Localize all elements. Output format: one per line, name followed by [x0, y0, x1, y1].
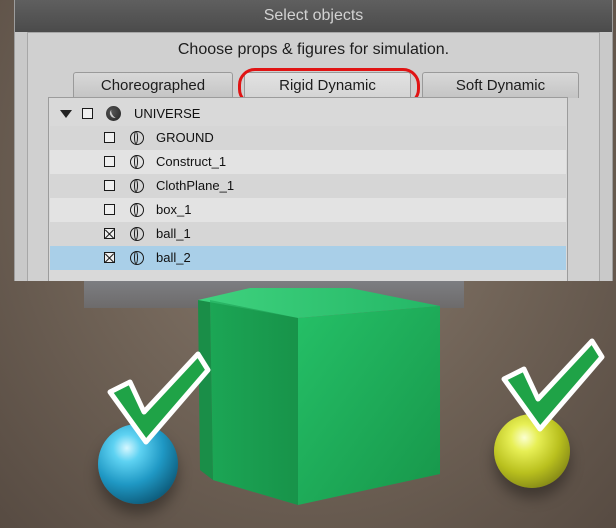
box-shade: [210, 300, 298, 505]
tree-item-label: box_1: [156, 202, 192, 217]
select-objects-dialog: Select objects Choose props & figures fo…: [14, 0, 613, 281]
tree-item-clothplane[interactable]: ClothPlane_1: [50, 174, 566, 198]
tree-root-row[interactable]: UNIVERSE: [50, 102, 566, 126]
item-checkbox[interactable]: [104, 132, 115, 143]
prop-icon: [130, 227, 144, 241]
box-right-face: [298, 306, 440, 505]
tree-item-label: UNIVERSE: [134, 106, 201, 121]
tab-soft-dynamic[interactable]: Soft Dynamic: [422, 72, 579, 98]
tree-item-ball-2[interactable]: ball_2: [50, 246, 566, 270]
prop-icon: [130, 203, 144, 217]
tree-item-ball-1[interactable]: ball_1: [50, 222, 566, 246]
item-checkbox[interactable]: [104, 252, 115, 263]
tab-choreographed[interactable]: Choreographed: [73, 72, 233, 98]
prop-icon: [130, 251, 144, 265]
item-checkbox[interactable]: [104, 156, 115, 167]
tree-item-label: ClothPlane_1: [156, 178, 235, 193]
root-checkbox[interactable]: [82, 108, 93, 119]
checkmark-icon: [501, 338, 605, 432]
item-checkbox[interactable]: [104, 228, 115, 239]
globe-icon: [106, 106, 121, 121]
prop-icon: [130, 155, 144, 169]
item-checkbox[interactable]: [104, 180, 115, 191]
prop-icon: [130, 179, 144, 193]
dialog-body: Choose props & figures for simulation. C…: [27, 32, 600, 281]
expand-caret-icon[interactable]: [60, 110, 72, 118]
tree-item-label: ball_2: [156, 250, 191, 265]
tree-item-ground[interactable]: GROUND: [50, 126, 566, 150]
dialog-subtitle: Choose props & figures for simulation.: [177, 41, 450, 58]
tree-item-label: Construct_1: [156, 154, 227, 169]
object-tree: UNIVERSE GROUND Construct_1 ClothPlane_1: [48, 97, 568, 281]
tree-item-construct[interactable]: Construct_1: [50, 150, 566, 174]
item-checkbox[interactable]: [104, 204, 115, 215]
tree-item-label: GROUND: [156, 130, 214, 145]
prop-icon: [130, 131, 144, 145]
tree-item-box[interactable]: box_1: [50, 198, 566, 222]
dialog-title: Select objects: [15, 0, 612, 32]
checkmark-icon: [107, 351, 211, 445]
tab-rigid-dynamic[interactable]: Rigid Dynamic: [244, 72, 411, 98]
tree-item-label: ball_1: [156, 226, 191, 241]
